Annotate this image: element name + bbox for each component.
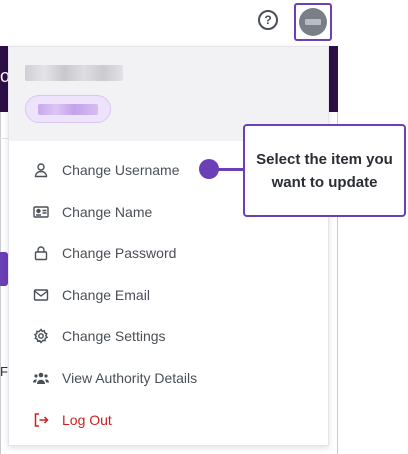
- instruction-callout: Select the item you want to update: [243, 124, 406, 217]
- menu-item-change-password[interactable]: Change Password: [9, 235, 328, 271]
- menu-item-label: Change Email: [62, 287, 150, 303]
- question-circle-icon[interactable]: ?: [258, 10, 278, 30]
- menu-item-label: Change Settings: [62, 328, 166, 344]
- users-icon: [33, 372, 49, 384]
- menu-item-label: Change Name: [62, 204, 153, 220]
- menu-item-label: Log Out: [62, 412, 112, 428]
- divider: [0, 138, 8, 139]
- avatar: [299, 8, 327, 36]
- user-menu-dropdown: Change Username Change Name Change Passw…: [8, 46, 329, 446]
- envelope-icon: [33, 289, 49, 301]
- avatar-initials-blurred: [305, 19, 321, 25]
- user-role-blurred: [38, 104, 98, 115]
- user-icon: [34, 163, 48, 178]
- menu-item-log-out[interactable]: Log Out: [9, 402, 328, 438]
- callout-pointer-dot: [199, 159, 219, 179]
- menu-item-label: View Authority Details: [62, 370, 198, 386]
- callout-text: Select the item you want to update: [256, 150, 393, 191]
- user-role-badge: [25, 95, 111, 123]
- gear-icon: [33, 328, 49, 344]
- avatar-button[interactable]: [294, 3, 332, 41]
- user-name-blurred: [25, 65, 123, 81]
- menu-item-change-settings[interactable]: Change Settings: [9, 318, 328, 354]
- menu-item-change-email[interactable]: Change Email: [9, 277, 328, 313]
- top-bar: ?: [0, 0, 338, 46]
- menu-item-label: Change Username: [62, 162, 180, 178]
- background-partial-text: F: [0, 364, 8, 379]
- id-card-icon: [33, 206, 49, 218]
- menu-item-view-authority-details[interactable]: View Authority Details: [9, 360, 328, 396]
- logout-icon: [34, 413, 49, 427]
- background-button-edge: [0, 252, 8, 286]
- lock-icon: [34, 246, 48, 261]
- menu-item-label: Change Password: [62, 245, 177, 261]
